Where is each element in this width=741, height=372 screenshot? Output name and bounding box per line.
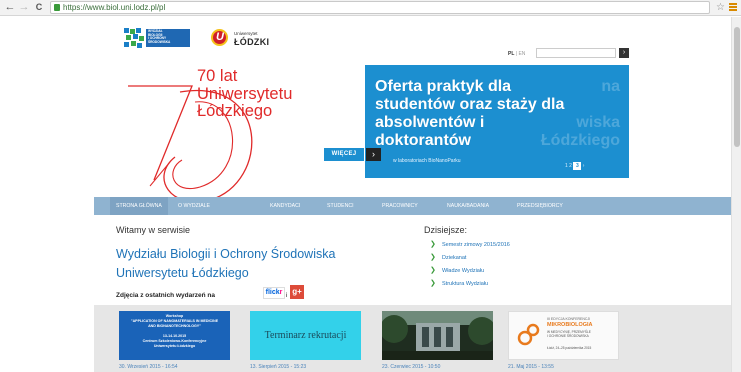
banner-next-arrow-icon[interactable]: › <box>366 148 381 161</box>
banner-more-button[interactable]: WIĘCEJ <box>324 148 364 161</box>
chevron-down-icon: ❯ <box>430 254 436 261</box>
nav-item-about[interactable]: O wydziale <box>178 197 210 215</box>
slider-next-icon[interactable]: › <box>583 163 585 169</box>
slider-page-links[interactable]: 1 2 <box>565 163 572 169</box>
university-name-small: Uniwersytet <box>234 31 258 36</box>
browser-toolbar: ← → C https://www.biol.uni.lodz.pl/pl ☆ <box>0 0 741 16</box>
conference-logo-icon <box>517 323 540 346</box>
gallery-thumb-workshop[interactable]: Workshop "APPLICATION OF NANOMATERIALS I… <box>119 311 230 360</box>
search-input[interactable] <box>536 48 616 58</box>
today-heading: Dzisiejsze: <box>424 225 468 235</box>
banner-headline[interactable]: Oferta praktyk dla studentów oraz staży … <box>375 78 564 150</box>
nav-item-students[interactable]: Studenci <box>327 197 354 215</box>
faculty-logo-mark[interactable] <box>124 28 144 48</box>
photos-separator: i <box>286 292 288 299</box>
google-plus-icon[interactable]: g+ <box>290 285 304 299</box>
gallery-date[interactable]: 21. Maj 2015 - 13:55 <box>508 364 554 370</box>
nav-item-candidates[interactable]: Kandydaci <box>270 197 300 215</box>
slider-page-active[interactable]: 3 <box>573 162 582 170</box>
nav-item-staff[interactable]: Pracownicy <box>382 197 418 215</box>
nav-item-business[interactable]: Przedsiębiorcy <box>517 197 563 215</box>
anniversary-title[interactable]: 70 lat Uniwersytetu Łódzkiego <box>197 67 292 121</box>
gallery-date[interactable]: 30. Wrzesień 2015 - 16:54 <box>119 364 178 370</box>
building-photo <box>382 311 493 360</box>
address-bar[interactable]: https://www.biol.uni.lodz.pl/pl <box>50 1 710 14</box>
lang-en-link[interactable]: EN <box>518 51 525 57</box>
slider-pager[interactable]: 1 2 3 › <box>565 162 584 170</box>
browser-menu-icon[interactable] <box>729 3 737 12</box>
address-url: https://www.biol.uni.lodz.pl/pl <box>63 3 166 12</box>
gallery-thumb-recruitment[interactable]: Terminarz rekrutacji <box>250 311 361 360</box>
forward-button[interactable]: → <box>18 1 30 14</box>
gallery-thumb-conference[interactable]: III EDYCJA KONFERENCJI MIKROBIOLOGIA W M… <box>508 311 619 360</box>
faculty-logo-text[interactable]: WYDZIAŁ BIOLOGII I OCHRONY ŚRODOWISKA <box>146 29 190 47</box>
scrollbar-thumb[interactable] <box>734 27 740 147</box>
back-button[interactable]: ← <box>4 1 16 14</box>
university-name: ŁÓDZKI <box>234 37 270 47</box>
banner-subtext: w laboratoriach BioNanoParku <box>393 158 461 164</box>
chevron-down-icon: ❯ <box>430 241 436 248</box>
gallery-thumb-building-photo[interactable] <box>382 311 493 360</box>
welcome-subtitle: Witamy w serwisie <box>116 225 191 235</box>
university-emblem-icon[interactable]: U <box>211 29 228 46</box>
news-slider-banner[interactable]: na wiska Łódzkiego Oferta praktyk dla st… <box>365 65 629 178</box>
gallery-date[interactable]: 23. Czerwiec 2015 - 10:50 <box>382 364 440 370</box>
nav-item-home[interactable]: Strona główna <box>110 197 168 215</box>
flickr-link[interactable]: flickr <box>263 287 285 299</box>
welcome-title: Wydziału Biologii i Ochrony Środowiska U… <box>116 247 336 280</box>
reload-button[interactable]: C <box>33 1 45 14</box>
photos-label: Zdjęcia z ostatnich wydarzeń na <box>116 292 215 299</box>
search-button[interactable]: › <box>619 48 629 58</box>
chevron-down-icon: ❯ <box>430 267 436 274</box>
chevron-down-icon: ❯ <box>430 280 436 287</box>
language-switcher: PL | EN <box>508 51 526 57</box>
lock-icon <box>54 4 60 11</box>
page-scrollbar[interactable] <box>731 17 741 372</box>
gallery-date[interactable]: 13. Sierpień 2015 - 15:23 <box>250 364 306 370</box>
nav-item-research[interactable]: Nauka/badania <box>447 197 489 215</box>
bookmark-star-icon[interactable]: ☆ <box>716 1 725 14</box>
main-navigation: Strona główna O wydziale Kandydaci Stude… <box>94 197 731 215</box>
